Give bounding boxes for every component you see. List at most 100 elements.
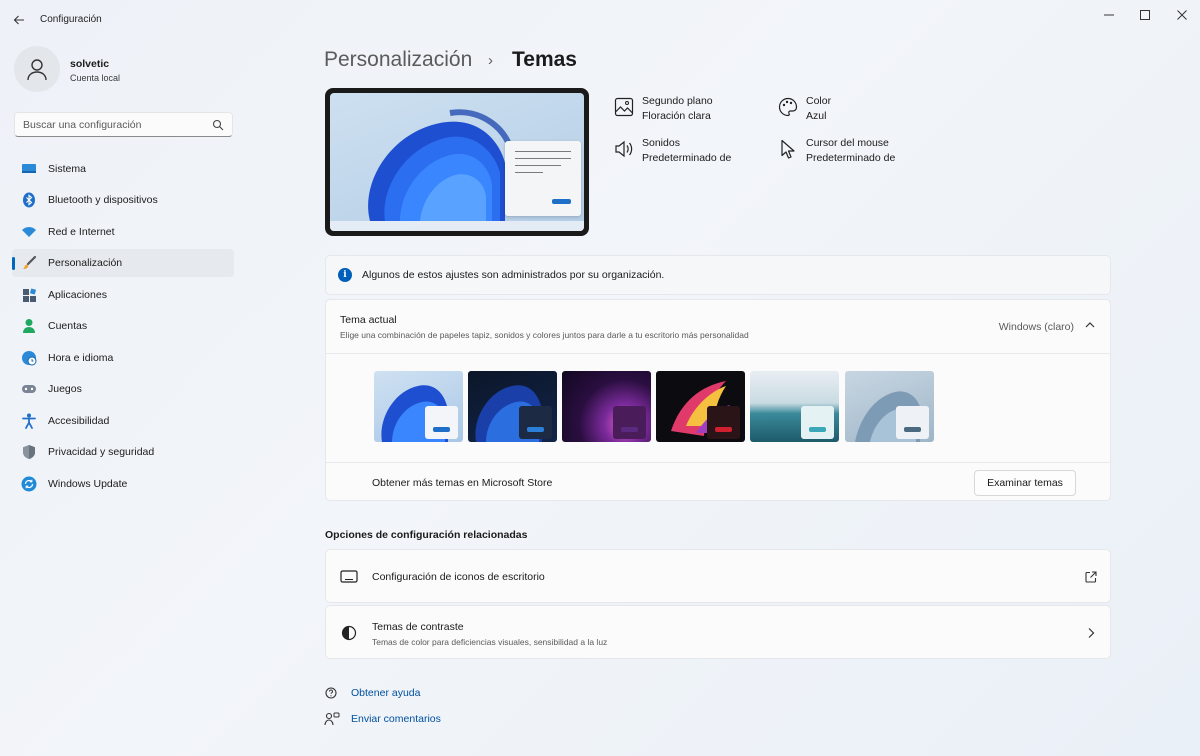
chevron-right-icon [1088,628,1095,638]
desktop-icons-settings-title: Configuración de iconos de escritorio [372,571,545,583]
preview-taskbar [330,221,584,231]
breadcrumb-parent[interactable]: Personalización [324,48,472,72]
close-icon [1177,10,1187,20]
shield-icon [21,444,37,460]
organization-info-bar: i Algunos de estos ajustes son administr… [325,255,1111,295]
minimize-button[interactable] [1096,5,1122,25]
theme-thumbnail-sunrise[interactable] [750,371,839,442]
sidebar-item-label: Sistema [48,163,86,175]
sidebar-item-label: Personalización [48,257,123,269]
avatar[interactable] [14,46,60,92]
back-button[interactable] [8,9,30,31]
sidebar-item-label: Cuentas [48,320,88,332]
sidebar-item-bluetooth[interactable]: Bluetooth y dispositivos [12,186,234,214]
search-box [14,112,233,137]
sidebar-item-red[interactable]: Red e Internet [12,218,234,246]
get-help-link[interactable]: Obtener ayuda [351,687,420,699]
feedback-icon [324,712,340,726]
bluetooth-icon [21,192,37,208]
minimize-icon [1104,14,1114,16]
monitor-icon [21,161,37,177]
theme-thumbnail-windows-dark[interactable] [468,371,557,442]
color-title: Color [806,95,832,107]
sidebar-item-windows-update[interactable]: Windows Update [12,470,234,498]
send-feedback-link[interactable]: Enviar comentarios [351,713,441,725]
search-input[interactable] [23,116,213,134]
sidebar-item-label: Aplicaciones [48,289,107,301]
preview-window [505,141,581,216]
background-title: Segundo plano [642,95,713,107]
theme-thumbnail-captured-motion[interactable] [656,371,745,442]
title-bar: Configuración [0,0,1200,40]
sounds-setting[interactable]: Sonidos Predeterminado de [614,137,754,169]
sidebar-item-label: Hora e idioma [48,352,114,364]
sidebar-item-aplicaciones[interactable]: Aplicaciones [12,281,234,309]
desktop-icon [340,570,358,583]
sidebar-item-label: Juegos [48,383,82,395]
cursor-title: Cursor del mouse [806,137,889,149]
update-icon [21,476,37,492]
sidebar-item-label: Windows Update [48,478,128,490]
theme-preview-screen [330,93,584,231]
image-icon [614,97,634,117]
sidebar-item-label: Red e Internet [48,226,115,238]
profile-name: solvetic [70,58,110,70]
accessibility-icon [21,413,37,429]
help-icon [325,687,337,699]
maximize-button[interactable] [1132,5,1158,25]
external-link-icon [1085,571,1097,583]
sidebar-item-personalizacion[interactable]: Personalización [12,249,234,277]
cursor-icon [781,139,795,159]
app-title: Configuración [40,14,102,25]
divider [326,353,1110,354]
sounds-title: Sonidos [642,137,680,149]
related-settings-title: Opciones de configuración relacionadas [325,529,528,541]
brush-icon [21,255,37,271]
page-title: Temas [512,48,577,71]
sidebar-item-cuentas[interactable]: Cuentas [12,312,234,340]
sidebar-item-privacidad[interactable]: Privacidad y seguridad [12,438,234,466]
wifi-icon [21,224,37,240]
contrast-themes-title: Temas de contraste [372,621,464,633]
contrast-themes-row[interactable]: Temas de contraste Temas de color para d… [325,605,1111,659]
sidebar-item-juegos[interactable]: Juegos [12,375,234,403]
cursor-setting[interactable]: Cursor del mouse Predeterminado de [778,137,918,169]
current-theme-value: Windows (claro) [998,321,1074,333]
chevron-up-icon[interactable] [1084,319,1096,331]
maximize-icon [1140,10,1150,20]
info-text: Algunos de estos ajustes son administrad… [362,269,665,281]
theme-preview [325,88,589,236]
contrast-icon [341,625,357,641]
arrow-left-icon [13,15,24,25]
desktop-icons-settings-row[interactable]: Configuración de iconos de escritorio [325,549,1111,603]
gamepad-icon [21,381,37,397]
color-setting[interactable]: Color Azul [778,95,898,127]
browse-themes-button[interactable]: Examinar temas [974,470,1076,496]
palette-icon [778,97,798,117]
theme-thumbnail-glow[interactable] [562,371,651,442]
sidebar-item-label: Bluetooth y dispositivos [48,194,158,206]
color-value: Azul [806,110,827,122]
sidebar-item-hora[interactable]: Hora e idioma [12,344,234,372]
sidebar-item-label: Privacidad y seguridad [48,446,155,458]
contrast-themes-subtitle: Temas de color para deficiencias visuale… [372,637,608,647]
globe-clock-icon [21,350,37,366]
settings-window: Configuración solvetic Cuenta local Sist… [0,0,1200,756]
current-theme-header[interactable]: Tema actual Elige una combinación de pap… [326,300,1110,353]
search-icon[interactable] [212,119,224,131]
background-setting[interactable]: Segundo plano Floración clara [614,95,754,127]
profile-account-type: Cuenta local [70,73,121,83]
close-button[interactable] [1169,5,1195,25]
person-icon [21,318,37,334]
apps-icon [21,287,37,303]
theme-thumbnail-windows-light[interactable] [374,371,463,442]
sounds-value: Predeterminado de [642,152,732,164]
info-icon: i [338,268,352,282]
cursor-value: Predeterminado de [806,152,896,164]
current-theme-description: Elige una combinación de papeles tapiz, … [340,330,749,340]
breadcrumb-separator: › [488,52,493,69]
sidebar-item-accesibilidad[interactable]: Accesibilidad [12,407,234,435]
current-theme-card: Tema actual Elige una combinación de pap… [325,299,1111,501]
theme-thumbnail-flow[interactable] [845,371,934,442]
sidebar-item-sistema[interactable]: Sistema [12,155,234,183]
